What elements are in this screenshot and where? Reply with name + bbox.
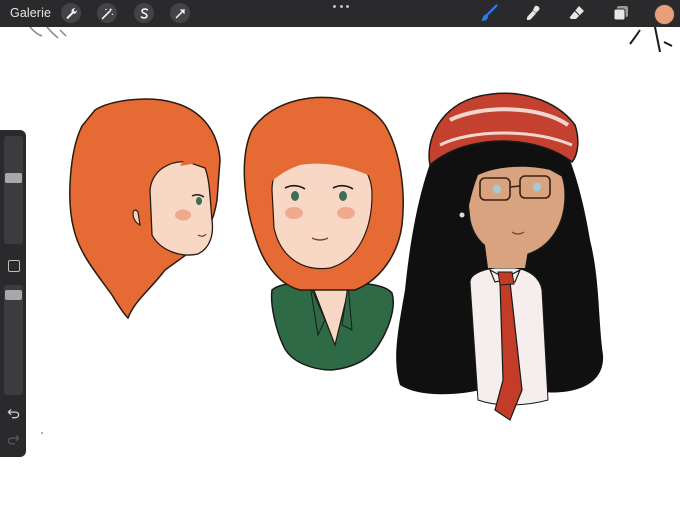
- eraser-icon: [569, 6, 584, 19]
- transform-button[interactable]: [170, 3, 190, 23]
- top-toolbar: Galerie: [0, 0, 680, 27]
- character-profile-orange: [69, 98, 221, 320]
- color-swatch-button[interactable]: [654, 4, 675, 25]
- layers-button[interactable]: [611, 3, 631, 23]
- transform-arrow-icon: [175, 8, 185, 18]
- stray-dot: [41, 432, 43, 434]
- smudge-tool-button[interactable]: [524, 3, 544, 23]
- layers-icon: [613, 6, 628, 21]
- wrench-icon: [66, 7, 77, 19]
- actions-button[interactable]: [61, 3, 81, 23]
- character-front-green-jacket: [243, 96, 404, 371]
- gallery-button[interactable]: Galerie: [10, 6, 51, 21]
- selection-s-icon: [140, 7, 148, 19]
- sketch-marks-left: [29, 27, 67, 39]
- character-bandana-glasses: [396, 92, 604, 421]
- adjustments-button[interactable]: [97, 3, 117, 23]
- more-dots-handle[interactable]: [333, 5, 349, 9]
- selection-button[interactable]: [134, 3, 154, 23]
- eraser-tool-button[interactable]: [567, 3, 587, 23]
- brush-tool-button[interactable]: [479, 3, 499, 23]
- drawing-canvas[interactable]: [0, 27, 680, 510]
- brush-icon: [481, 4, 498, 21]
- sketch-marks-right: [629, 27, 673, 53]
- magic-wand-icon: [101, 7, 113, 19]
- smudge-icon: [526, 5, 540, 21]
